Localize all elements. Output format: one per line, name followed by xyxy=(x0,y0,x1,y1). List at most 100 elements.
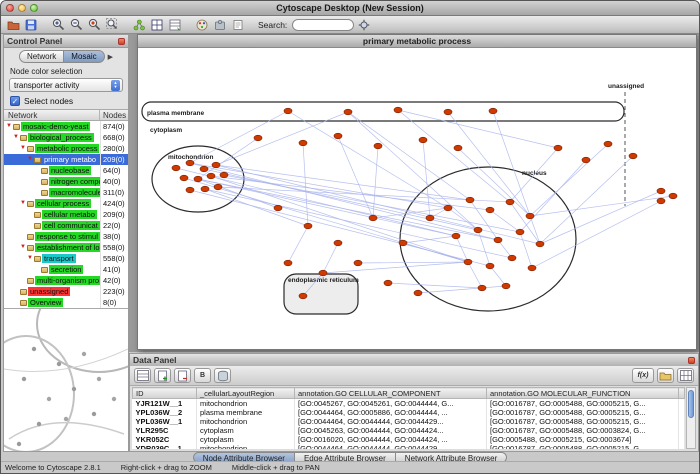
open-session-icon[interactable] xyxy=(5,17,21,32)
table-scrollbar[interactable] xyxy=(686,387,696,449)
table-row[interactable]: YLR295Ccytoplasm[GO:0045263, GO:0044444,… xyxy=(133,426,685,435)
save-session-icon[interactable] xyxy=(23,17,39,32)
column-header[interactable]: _cellularLayoutRegion xyxy=(197,388,295,399)
table-cell[interactable]: cytoplasm xyxy=(197,426,295,435)
table-row[interactable]: YKR052Ccytoplasm[GO:0016020, GO:0044444,… xyxy=(133,435,685,444)
tree-row-nitrogen-compo[interactable]: nitrogen compo40(0) xyxy=(4,176,128,187)
table-cell[interactable]: mitochondrion xyxy=(197,444,295,449)
table-row[interactable]: YPL036W__1mitochondrion[GO:0044464, GO:0… xyxy=(133,417,685,426)
table-cell[interactable]: [GO:0016787, GO:0005488, GO:0003824, G..… xyxy=(487,426,679,435)
table-cell[interactable]: [GO:0044464, GO:0044444, GO:0044429... xyxy=(295,444,487,449)
table-cell[interactable]: YDR039C__1 xyxy=(133,444,197,449)
plugin-manager-icon[interactable] xyxy=(212,17,228,32)
create-attribute-button[interactable] xyxy=(154,368,171,383)
control-panel: Control Panel NetworkMosaic▶ Node color … xyxy=(3,34,129,452)
column-header[interactable]: annotation.GO CELLULAR_COMPONENT xyxy=(295,388,487,399)
column-header[interactable]: ID xyxy=(133,388,197,399)
table-cell[interactable]: [GO:0016787, GO:0005488, GO:0005215, G..… xyxy=(487,444,679,449)
table-cell[interactable]: plasma membrane xyxy=(197,408,295,417)
table-cell[interactable]: [GO:0016020, GO:0044444, GO:0044424, ... xyxy=(295,435,487,444)
zoom-selected-icon[interactable] xyxy=(86,17,102,32)
import-attributes-icon[interactable] xyxy=(167,17,183,32)
import-table-button[interactable] xyxy=(657,368,674,383)
tree-row-cellular-metabo[interactable]: cellular metabo209(0) xyxy=(4,209,128,220)
table-cell[interactable]: [GO:0045267, GO:0045261, GO:0044444, G..… xyxy=(295,399,487,409)
table-cell[interactable]: YPL036W__1 xyxy=(133,417,197,426)
tree-row-cellular-process[interactable]: ▼cellular process424(0) xyxy=(4,198,128,209)
tree-row-secretion[interactable]: secretion41(0) xyxy=(4,264,128,275)
tree-row-nucleobase[interactable]: nucleobase64(0) xyxy=(4,165,128,176)
select-nodes-checkbox[interactable]: ✓ xyxy=(10,96,20,106)
table-row[interactable]: YPL036W__2plasma membrane[GO:0044464, GO… xyxy=(133,408,685,417)
table-cell[interactable]: [GO:0016787, GO:0005488, GO:0005215, G..… xyxy=(487,399,679,409)
table-row[interactable]: YJR121W__1mitochondrion[GO:0045267, GO:0… xyxy=(133,399,685,409)
tree-row-cell-communicat[interactable]: cell communicat22(0) xyxy=(4,220,128,231)
tab-mosaic[interactable]: Mosaic xyxy=(64,50,104,63)
tree-label: transport xyxy=(42,254,76,263)
tree-row-transport[interactable]: ▼transport558(0) xyxy=(4,253,128,264)
import-network-icon[interactable] xyxy=(149,17,165,32)
attribute-database-button[interactable] xyxy=(214,368,231,383)
table-cell[interactable]: YLR295C xyxy=(133,426,197,435)
table-cell[interactable]: [GO:0016787, GO:0005488, GO:0005215, G..… xyxy=(487,408,679,417)
float-panel-button[interactable] xyxy=(688,357,695,364)
node-color-dropdown[interactable]: transporter activity ▲▼ xyxy=(9,78,123,92)
tree-row-metabolic-process[interactable]: ▼metabolic process280(0) xyxy=(4,143,128,154)
expander-icon[interactable]: ▼ xyxy=(19,242,27,253)
titlebar[interactable]: Cytoscape Desktop (New Session) xyxy=(1,1,699,16)
search-input[interactable] xyxy=(292,19,354,31)
table-settings-button[interactable] xyxy=(677,368,694,383)
table-cell[interactable]: mitochondrion xyxy=(197,417,295,426)
select-attributes-button[interactable] xyxy=(134,368,151,383)
zoom-fit-icon[interactable] xyxy=(104,17,120,32)
expander-icon[interactable]: ▼ xyxy=(19,143,27,154)
scrollbar-thumb[interactable] xyxy=(688,390,694,418)
table-cell[interactable]: [GO:0016787, GO:0005488, GO:0005215, G..… xyxy=(487,417,679,426)
tab-network[interactable]: Network xyxy=(19,50,64,63)
table-cell-filler xyxy=(679,435,685,444)
tree-column-nodes[interactable]: Nodes xyxy=(100,110,128,120)
table-cell[interactable]: [GO:0044464, GO:0005886, GO:0044444, ... xyxy=(295,408,487,417)
table-cell[interactable]: [GO:0005488, GO:0005215, GO:0003674] xyxy=(487,435,679,444)
tree-row-biological-process[interactable]: ▼biological_process668(0) xyxy=(4,132,128,143)
tree-row-macromolecule[interactable]: macromolecule311(0) xyxy=(4,187,128,198)
attribute-table[interactable]: ID_cellularLayoutRegionannotation.GO CEL… xyxy=(132,387,685,449)
table-cell[interactable]: [GO:0045263, GO:0044444, GO:0044424... xyxy=(295,426,487,435)
table-cell-filler xyxy=(679,417,685,426)
float-panel-button[interactable] xyxy=(118,38,125,45)
tree-row-primary-metabo[interactable]: ▼primary metabo209(0) xyxy=(4,154,128,165)
table-cell[interactable]: mitochondrion xyxy=(197,399,295,409)
search-config-icon[interactable] xyxy=(356,17,372,32)
function-builder-button[interactable]: f(x) xyxy=(632,368,654,383)
zoom-in-icon[interactable] xyxy=(50,17,66,32)
tree-column-network[interactable]: Network xyxy=(4,110,100,120)
table-cell[interactable]: [GO:0044464, GO:0044444, GO:0044429... xyxy=(295,417,487,426)
table-cell[interactable]: YKR052C xyxy=(133,435,197,444)
tree-row-overview[interactable]: Overview8(0) xyxy=(4,297,128,308)
table-row[interactable]: YDR039C__1mitochondrion[GO:0044464, GO:0… xyxy=(133,444,685,449)
zoom-out-icon[interactable] xyxy=(68,17,84,32)
table-cell[interactable]: YPL036W__2 xyxy=(133,408,197,417)
first-neighbors-icon[interactable] xyxy=(131,17,147,32)
annotation-icon[interactable] xyxy=(230,17,246,32)
expander-icon[interactable]: ▼ xyxy=(12,132,20,143)
tree-row-establishment-of-lo[interactable]: ▼establishment of lo558(0) xyxy=(4,242,128,253)
expander-icon[interactable]: ▼ xyxy=(5,121,13,132)
tree-row-response-to-stimul[interactable]: response to stimul38(0) xyxy=(4,231,128,242)
delete-attribute-button[interactable] xyxy=(174,368,191,383)
tree-row-unassigned[interactable]: unassigned223(0) xyxy=(4,286,128,297)
rename-attribute-button[interactable]: B xyxy=(194,368,211,383)
tree-row-mosaic-demo-yeast[interactable]: ▼mosaic-demo-yeast874(0) xyxy=(4,121,128,132)
expander-icon[interactable]: ▼ xyxy=(26,154,34,165)
table-cell[interactable]: cytoplasm xyxy=(197,435,295,444)
expander-icon[interactable]: ▼ xyxy=(19,198,27,209)
tab-scroll-right-icon[interactable]: ▶ xyxy=(108,53,113,61)
table-cell[interactable]: YJR121W__1 xyxy=(133,399,197,409)
column-header[interactable]: annotation.GO MOLECULAR_FUNCTION xyxy=(487,388,679,399)
vizmapper-icon[interactable] xyxy=(194,17,210,32)
network-view-title[interactable]: primary metabolic process xyxy=(138,35,696,48)
network-canvas[interactable]: plasma membranecytoplasmmitochondrionnuc… xyxy=(138,48,696,349)
expander-icon[interactable]: ▼ xyxy=(26,253,34,264)
tree-label: primary metabo xyxy=(42,155,98,164)
tree-row-multi-organism-pro[interactable]: multi-organism pro42(0) xyxy=(4,275,128,286)
